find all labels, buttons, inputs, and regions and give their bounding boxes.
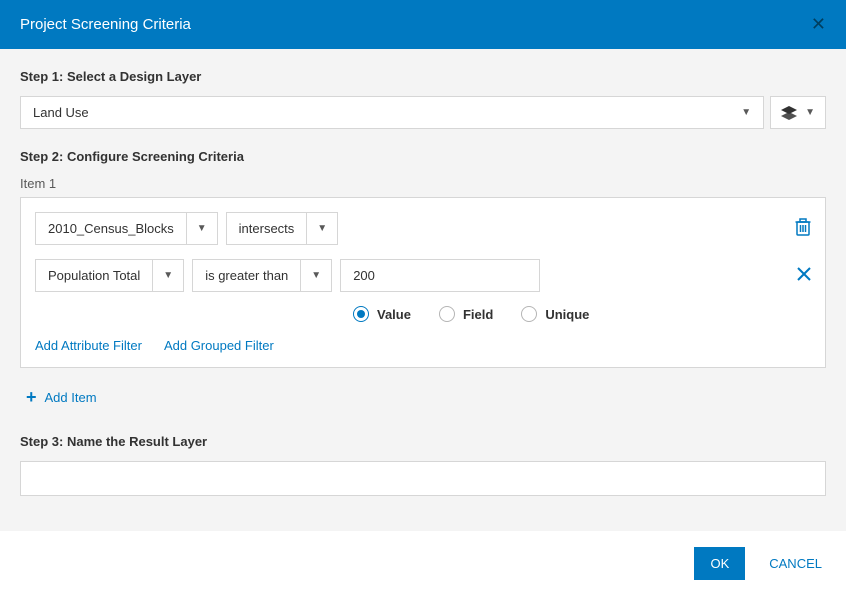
dialog-content: Step 1: Select a Design Layer Land Use ▼… [0,49,846,537]
radio-field-label: Field [463,307,493,322]
ok-button[interactable]: OK [694,547,745,580]
filter-links: Add Attribute Filter Add Grouped Filter [35,338,811,353]
layer-options-button[interactable]: ▼ [770,96,826,129]
close-icon [797,267,811,281]
step-1-label: Step 1: Select a Design Layer [20,69,826,84]
add-grouped-filter-link[interactable]: Add Grouped Filter [164,338,274,353]
add-item-button[interactable]: + Add Item [26,388,826,406]
plus-icon: + [26,388,37,406]
dialog-footer: OK CANCEL [0,531,846,596]
source-layer-value: 2010_Census_Blocks [36,213,187,244]
source-layer-select[interactable]: 2010_Census_Blocks ▼ [35,212,218,245]
design-layer-value: Land Use [33,105,89,120]
radio-unique[interactable]: Unique [521,306,589,322]
radio-field[interactable]: Field [439,306,493,322]
filter-value-input[interactable] [340,259,540,292]
remove-filter-button[interactable] [797,267,811,284]
caret-down-icon: ▼ [805,107,815,118]
dialog-header: Project Screening Criteria ✕ [0,0,846,49]
item-1-panel: 2010_Census_Blocks ▼ intersects ▼ [20,197,826,368]
layers-icon [781,106,797,120]
operator-select[interactable]: is greater than ▼ [192,259,332,292]
caret-down-icon: ▼ [301,260,331,291]
caret-down-icon: ▼ [307,213,337,244]
add-item-label: Add Item [45,390,97,405]
design-layer-select[interactable]: Land Use ▼ [20,96,764,129]
caret-down-icon: ▼ [153,260,183,291]
result-layer-name-input[interactable] [20,461,826,496]
radio-icon [353,306,369,322]
add-attribute-filter-link[interactable]: Add Attribute Filter [35,338,142,353]
radio-value[interactable]: Value [353,306,411,322]
caret-down-icon: ▼ [187,213,217,244]
spatial-operator-value: intersects [227,213,308,244]
field-select-value: Population Total [36,260,153,291]
dialog-title: Project Screening Criteria [20,16,191,33]
close-icon[interactable]: ✕ [811,14,826,35]
delete-item-button[interactable] [795,218,811,239]
spatial-operator-select[interactable]: intersects ▼ [226,212,339,245]
radio-value-label: Value [377,307,411,322]
radio-icon [439,306,455,322]
cancel-button[interactable]: CANCEL [769,556,822,571]
step-3-label: Step 3: Name the Result Layer [20,434,826,449]
step-2-label: Step 2: Configure Screening Criteria [20,149,826,164]
field-select[interactable]: Population Total ▼ [35,259,184,292]
caret-down-icon: ▼ [741,107,751,118]
radio-icon [521,306,537,322]
operator-value: is greater than [193,260,301,291]
item-1-label: Item 1 [20,176,826,191]
radio-unique-label: Unique [545,307,589,322]
value-type-radio-group: Value Field Unique [353,306,811,322]
trash-icon [795,218,811,236]
